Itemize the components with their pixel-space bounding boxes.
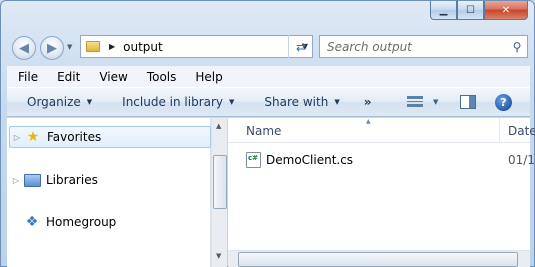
command-bar: Organize ▼ Include in library ▼ Share with…	[7, 87, 530, 117]
file-list: ▲ Name Date DemoClient.cs 01/1	[228, 118, 535, 267]
nav-item-label: Homegroup	[46, 215, 117, 229]
menu-help[interactable]: Help	[183, 70, 229, 84]
navigation-pane: ▷ ★ Favorites ▷ Libraries ❖ Homegroup	[7, 118, 211, 267]
nav-item-libraries[interactable]: ▷ Libraries	[9, 169, 211, 191]
expand-arrow-icon[interactable]: ▷	[10, 133, 24, 142]
refresh-button[interactable]: ⇄	[288, 35, 313, 58]
scroll-down-arrow-icon[interactable]: ▼	[216, 252, 221, 260]
address-bar[interactable]: ▶ output ▼	[80, 35, 313, 58]
file-date: 01/1	[508, 153, 535, 167]
column-header-name[interactable]: Name	[246, 124, 281, 138]
more-commands-button[interactable]: »	[364, 95, 372, 109]
menu-bar: File Edit View Tools Help	[7, 65, 530, 87]
address-path[interactable]: output	[123, 40, 302, 54]
column-divider[interactable]	[499, 118, 500, 143]
expand-arrow-icon[interactable]: ▷	[9, 176, 23, 185]
nav-item-label: Libraries	[46, 173, 98, 187]
minimize-button[interactable]: ▁	[430, 1, 457, 20]
file-row[interactable]: DemoClient.cs 01/1	[246, 150, 535, 170]
column-header-date[interactable]: Date	[508, 124, 535, 138]
homegroup-icon: ❖	[25, 214, 39, 230]
column-header-row: ▲ Name Date	[228, 118, 535, 143]
view-details-icon	[407, 96, 423, 107]
search-icon[interactable]: ⚲	[507, 40, 527, 54]
nav-item-label: Favorites	[47, 130, 102, 144]
preview-pane-icon[interactable]	[460, 95, 476, 109]
menu-view[interactable]: View	[87, 70, 134, 84]
folder-icon	[86, 41, 100, 52]
nav-item-favorites[interactable]: ▷ ★ Favorites	[9, 126, 211, 148]
organize-button[interactable]: Organize ▼	[27, 95, 92, 109]
back-button[interactable]: ◀	[12, 36, 36, 60]
csharp-file-icon	[246, 152, 261, 168]
nav-item-homegroup[interactable]: ❖ Homegroup	[9, 211, 211, 233]
file-name: DemoClient.cs	[266, 153, 354, 167]
menu-tools[interactable]: Tools	[135, 70, 184, 84]
nav-pane-scrollbar[interactable]: ▲ ▼	[211, 118, 227, 267]
sort-ascending-icon: ▲	[366, 118, 371, 125]
share-with-button[interactable]: Share with ▼	[264, 95, 339, 109]
include-in-library-button[interactable]: Include in library ▼	[122, 95, 234, 109]
recent-pages-dropdown[interactable]: ▼	[67, 43, 72, 51]
forward-button[interactable]: ▶	[40, 36, 64, 60]
scrollbar-thumb[interactable]	[213, 155, 227, 209]
caption-buttons: ▁ ☐ ✕	[430, 1, 528, 21]
breadcrumb-separator-icon[interactable]: ▶	[109, 42, 115, 51]
chevron-down-icon: ▼	[86, 98, 93, 106]
file-list-horizontal-scrollbar[interactable]	[228, 250, 530, 267]
chevron-down-icon: ▼	[433, 97, 439, 106]
refresh-icon: ⇄	[295, 39, 307, 54]
chevron-down-icon: ▼	[334, 98, 340, 106]
menu-file[interactable]: File	[7, 70, 45, 84]
forward-arrow-icon: ▶	[47, 40, 57, 56]
star-icon: ★	[26, 129, 40, 145]
menu-edit[interactable]: Edit	[45, 70, 87, 84]
maximize-button[interactable]: ☐	[457, 1, 484, 20]
scroll-up-arrow-icon[interactable]: ▲	[216, 122, 221, 130]
search-input[interactable]: Search output	[320, 40, 507, 54]
change-view-button[interactable]: ▼	[407, 96, 438, 107]
help-icon[interactable]: ?	[495, 94, 512, 111]
explorer-window: ▁ ☐ ✕ ◀ ▶ ▼ ▶ output ▼ ⇄ Search output ⚲…	[0, 0, 535, 267]
close-button[interactable]: ✕	[484, 1, 528, 20]
library-icon	[23, 173, 41, 187]
search-box[interactable]: Search output ⚲	[319, 35, 528, 58]
chevron-down-icon: ▼	[229, 98, 235, 106]
scrollbar-thumb[interactable]	[238, 252, 518, 267]
back-arrow-icon: ◀	[19, 40, 29, 56]
